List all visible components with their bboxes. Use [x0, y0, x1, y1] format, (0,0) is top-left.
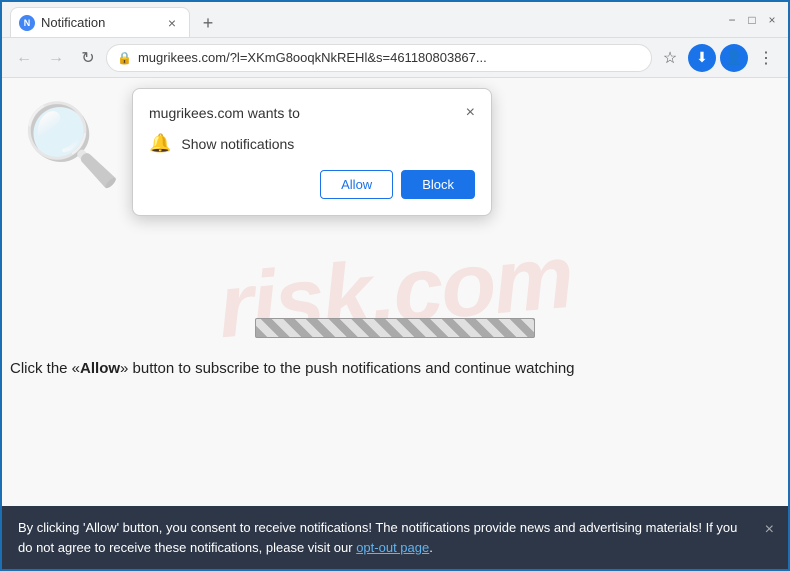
permission-text: Show notifications: [181, 136, 294, 152]
tab-area: N Notification × +: [10, 2, 716, 37]
block-button[interactable]: Block: [401, 170, 475, 199]
address-text: mugrikees.com/?l=XKmG8ooqkNkREHl&s=46118…: [138, 50, 641, 65]
allow-emphasis: Allow: [80, 360, 120, 377]
opt-out-link[interactable]: opt-out page: [356, 540, 429, 555]
popup-close-button[interactable]: ×: [466, 105, 475, 121]
banner-close-button[interactable]: ×: [765, 518, 774, 542]
forward-button[interactable]: →: [42, 44, 70, 72]
address-bar[interactable]: 🔒 mugrikees.com/?l=XKmG8ooqkNkREHl&s=461…: [106, 44, 652, 72]
lock-icon: 🔒: [117, 51, 132, 65]
tab-title: Notification: [41, 15, 157, 30]
minimize-button[interactable]: −: [724, 12, 740, 28]
allow-button[interactable]: Allow: [320, 170, 393, 199]
menu-button[interactable]: ⋮: [752, 44, 780, 72]
bookmark-button[interactable]: ☆: [656, 44, 684, 72]
banner-text-after: .: [429, 540, 433, 555]
profile-button[interactable]: 👤: [720, 44, 748, 72]
popup-buttons: Allow Block: [149, 170, 475, 199]
download-button[interactable]: ⬇: [688, 44, 716, 72]
tab-close-button[interactable]: ×: [163, 14, 181, 32]
progress-bar: [255, 318, 535, 338]
toolbar: ← → ↻ 🔒 mugrikees.com/?l=XKmG8ooqkNkREHl…: [2, 38, 788, 78]
new-tab-button[interactable]: +: [194, 9, 222, 37]
refresh-button[interactable]: ↻: [74, 44, 102, 72]
progress-area: [255, 318, 535, 338]
back-button[interactable]: ←: [10, 44, 38, 72]
tab-favicon: N: [19, 15, 35, 31]
popup-title: mugrikees.com wants to: [149, 105, 300, 121]
window-close-button[interactable]: ×: [764, 12, 780, 28]
popup-permission-row: 🔔 Show notifications: [149, 133, 475, 154]
instruction-text: Click the «Allow» button to subscribe to…: [10, 358, 780, 379]
window-controls: − □ ×: [716, 12, 780, 28]
browser-window: N Notification × + − □ × ← → ↻ 🔒 mugrike…: [2, 2, 788, 569]
page-content: 🔍 risk.com mugrikees.com wants to × 🔔 Sh…: [2, 78, 788, 506]
bottom-banner: By clicking 'Allow' button, you consent …: [2, 506, 788, 569]
title-bar: N Notification × + − □ ×: [2, 2, 788, 38]
bell-icon: 🔔: [149, 133, 171, 154]
watermark-text: risk.com: [214, 225, 576, 358]
notification-popup: mugrikees.com wants to × 🔔 Show notifica…: [132, 88, 492, 216]
active-tab[interactable]: N Notification ×: [10, 7, 190, 37]
watermark-search-icon: 🔍: [22, 98, 122, 192]
maximize-button[interactable]: □: [744, 12, 760, 28]
popup-header: mugrikees.com wants to ×: [149, 105, 475, 121]
